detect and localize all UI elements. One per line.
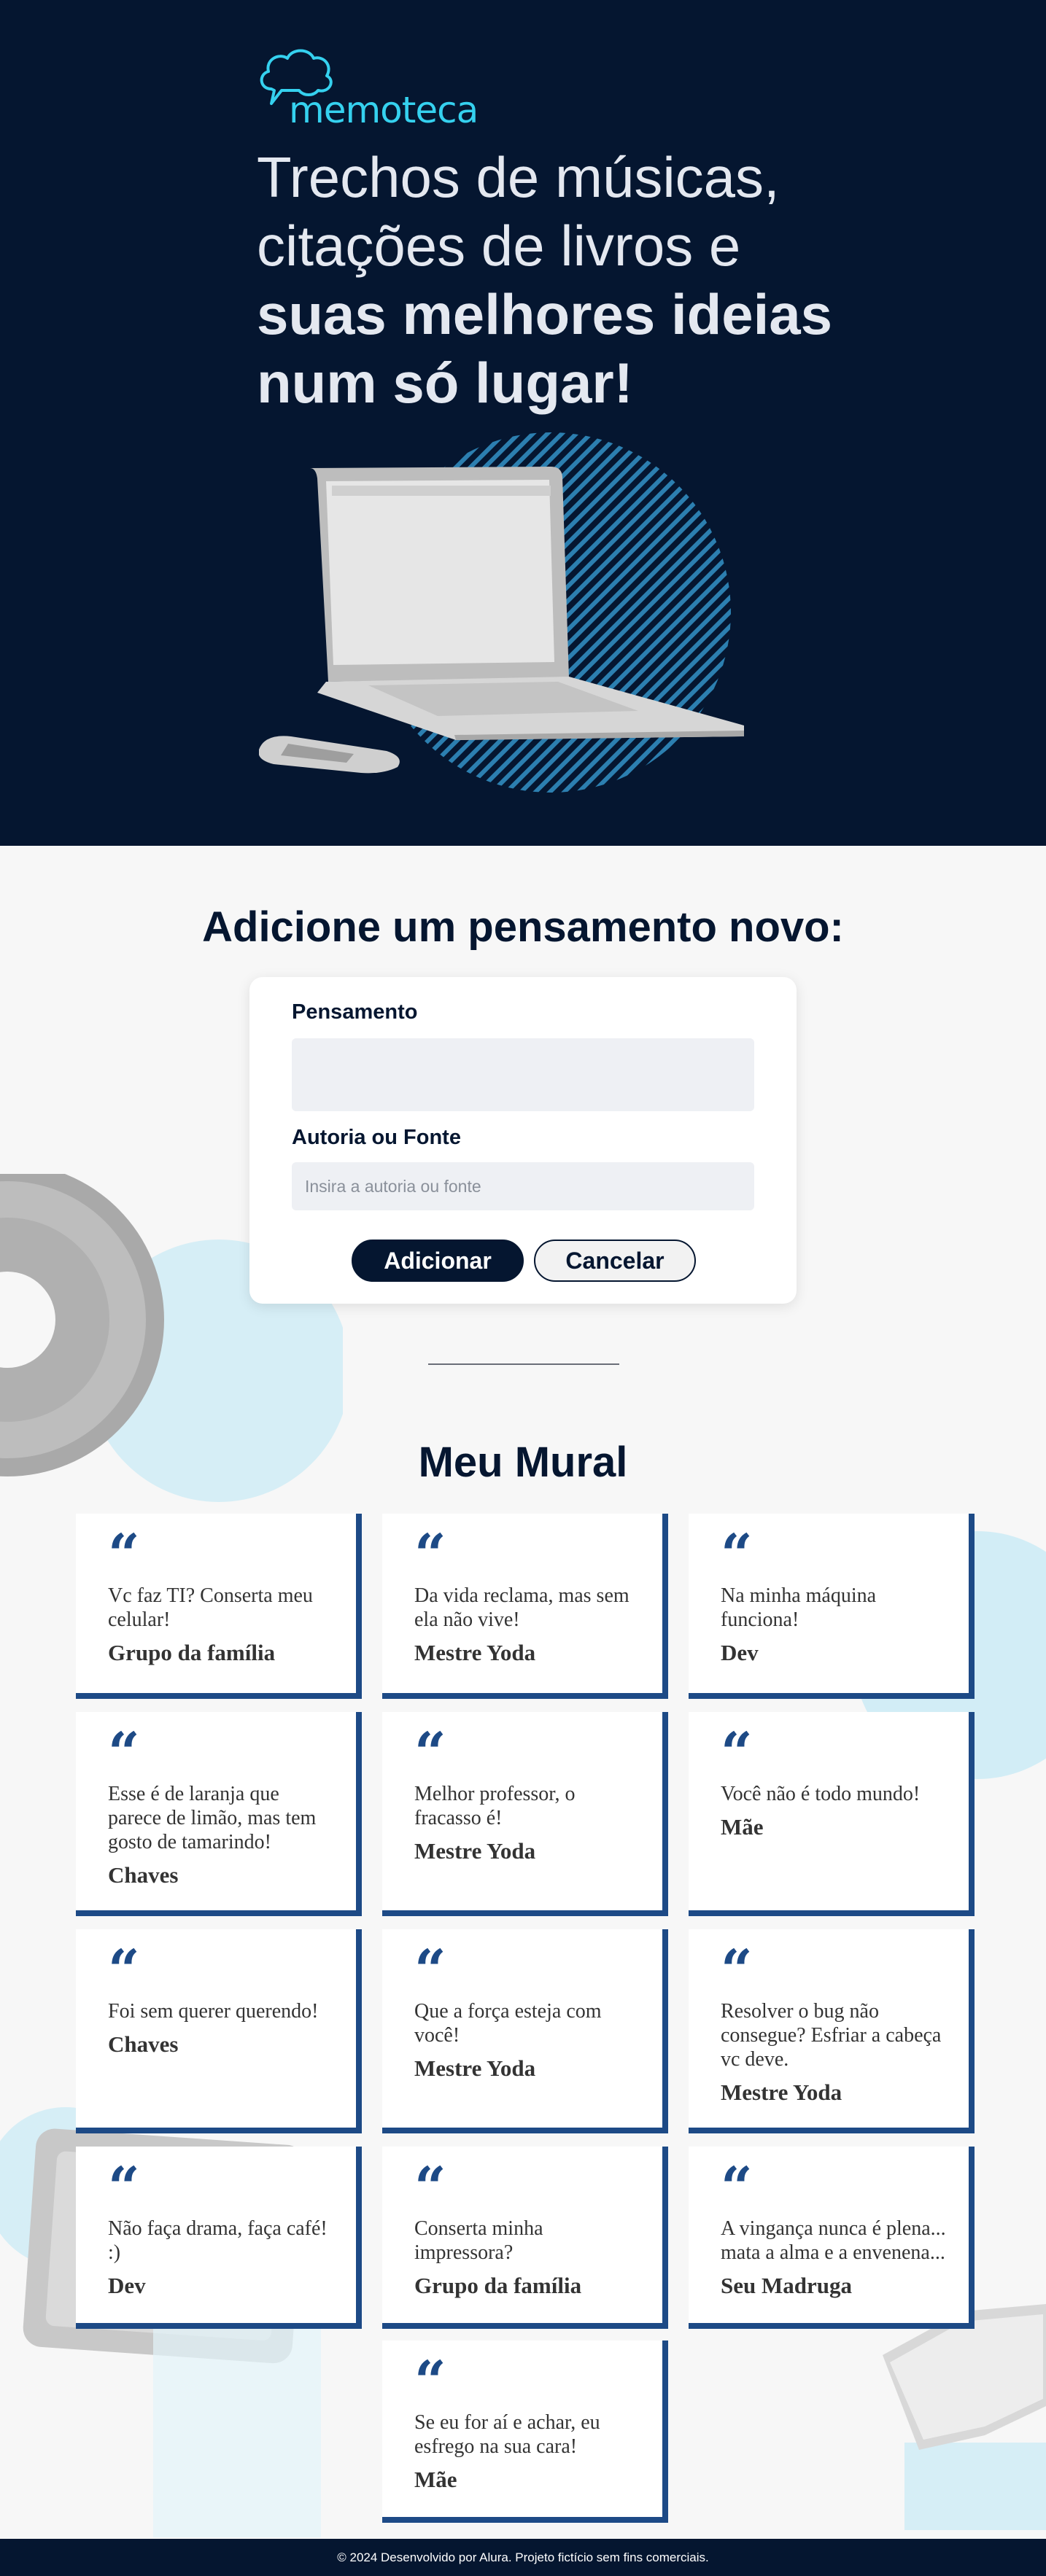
thought-content: A vingança nunca é plena... mata a alma …: [721, 2217, 947, 2297]
thought-author: Grupo da família: [108, 1640, 276, 1665]
hero-line-1: Trechos de músicas,: [257, 145, 780, 209]
thought-author: Mestre Yoda: [414, 1640, 536, 1665]
thought-content: Você não é todo mundo! Mãe: [721, 1782, 947, 1839]
thought-text: Da vida reclama, mas sem ela não vive!: [414, 1584, 629, 1631]
thought-text: Que a força esteja com você!: [414, 2000, 602, 2047]
thought-content: Vc faz TI? Conserta meu celular! Grupo da…: [108, 1584, 334, 1665]
quote-icon: “: [414, 2155, 446, 2219]
thought-text: Esse é de laranja que parece de limão, m…: [108, 1783, 317, 1853]
brand-name: memoteca: [289, 89, 479, 131]
thought-input[interactable]: [292, 1038, 754, 1111]
thought-author: Mestre Yoda: [721, 2079, 842, 2105]
quote-icon: “: [414, 1937, 446, 2002]
thought-card[interactable]: “ Não faça drama, faça café! :) Dev: [76, 2147, 362, 2329]
thought-text: Não faça drama, faça café! :): [108, 2217, 328, 2264]
thought-author: Dev: [108, 2273, 146, 2298]
thought-text: Vc faz TI? Conserta meu celular!: [108, 1584, 313, 1631]
hero-section: memoteca Trechos de músicas, citações de…: [0, 0, 1046, 846]
book-decoration-right: [883, 2304, 1046, 2530]
quote-icon: “: [721, 1522, 753, 1587]
quote-icon: “: [721, 2155, 753, 2219]
thought-content: Não faça drama, faça café! :) Dev: [108, 2217, 334, 2297]
thought-author: Seu Madruga: [721, 2273, 852, 2298]
cancel-button[interactable]: Cancelar: [534, 1240, 696, 1282]
footer-text: © 2024 Desenvolvido por Alura. Projeto f…: [337, 2550, 709, 2564]
hero-line-2: citações de livros e: [257, 214, 741, 278]
thought-content: Resolver o bug não consegue? Esfriar a c…: [721, 1999, 947, 2104]
thought-author: Chaves: [108, 2031, 179, 2057]
thought-author: Mestre Yoda: [414, 1838, 536, 1864]
thought-author: Grupo da família: [414, 2273, 582, 2298]
thought-content: Que a força esteja com você! Mestre Yoda: [414, 1999, 640, 2080]
thought-content: Se eu for aí e achar, eu esfrego na sua …: [414, 2410, 640, 2491]
footer: © 2024 Desenvolvido por Alura. Projeto f…: [0, 2539, 1046, 2576]
thought-card[interactable]: “ Da vida reclama, mas sem ela não vive!…: [382, 1514, 668, 1699]
thought-card[interactable]: “ Que a força esteja com você! Mestre Yod…: [382, 1929, 668, 2133]
hero-line-4: num só lugar!: [257, 351, 633, 415]
quote-icon: “: [414, 1720, 446, 1785]
quote-icon: “: [108, 1522, 140, 1587]
thought-text: Conserta minha impressora?: [414, 2217, 543, 2264]
thought-content: Esse é de laranja que parece de limão, m…: [108, 1782, 334, 1887]
hero-title: Trechos de músicas, citações de livros e…: [257, 143, 913, 417]
add-button[interactable]: Adicionar: [352, 1240, 524, 1282]
thought-content: Melhor professor, o fracasso é! Mestre Yo…: [414, 1782, 640, 1863]
thought-text: A vingança nunca é plena... mata a alma …: [721, 2217, 946, 2264]
thought-label: Pensamento: [292, 1000, 418, 1024]
thought-card[interactable]: “ Vc faz TI? Conserta meu celular! Grupo …: [76, 1514, 362, 1699]
thought-author: Mãe: [721, 1814, 764, 1840]
thought-card[interactable]: “ Resolver o bug não consegue? Esfriar a…: [689, 1929, 975, 2133]
thought-author: Mestre Yoda: [414, 2055, 536, 2081]
thought-text: Na minha máquina funciona!: [721, 1584, 877, 1631]
quote-icon: “: [414, 2349, 446, 2413]
new-thought-form: Pensamento Autoria ou Fonte Adicionar Ca…: [249, 977, 797, 1304]
mural-title: Meu Mural: [418, 1439, 628, 1486]
quote-icon: “: [108, 1937, 140, 2002]
thought-text: Você não é todo mundo!: [721, 1783, 921, 1805]
quote-icon: “: [108, 1720, 140, 1785]
author-label: Autoria ou Fonte: [292, 1126, 461, 1149]
section-divider: [428, 1363, 619, 1365]
thought-card[interactable]: “ Esse é de laranja que parece de limão,…: [76, 1712, 362, 1916]
thought-content: Da vida reclama, mas sem ela não vive! Me…: [414, 1584, 640, 1665]
thought-card[interactable]: “ Conserta minha impressora? Grupo da fam…: [382, 2147, 668, 2329]
thought-content: Conserta minha impressora? Grupo da famíl…: [414, 2217, 640, 2297]
author-input[interactable]: [292, 1162, 754, 1210]
thought-content: Na minha máquina funciona! Dev: [721, 1584, 947, 1665]
quote-icon: “: [721, 1720, 753, 1785]
thought-card[interactable]: “ Você não é todo mundo! Mãe: [689, 1712, 975, 1916]
laptop-illustration: [259, 432, 744, 793]
hero-line-3: suas melhores ideias: [257, 282, 833, 346]
thought-text: Foi sem querer querendo!: [108, 2000, 319, 2023]
thought-card[interactable]: “ Se eu for aí e achar, eu esfrego na su…: [382, 2340, 668, 2523]
thought-card[interactable]: “ A vingança nunca é plena... mata a alm…: [689, 2147, 975, 2329]
thought-text: Resolver o bug não consegue? Esfriar a c…: [721, 2000, 942, 2071]
form-title: Adicione um pensamento novo:: [202, 903, 844, 951]
thought-author: Chaves: [108, 1862, 179, 1888]
quote-icon: “: [721, 1937, 753, 2002]
thought-author: Mãe: [414, 2467, 457, 2492]
thought-card[interactable]: “ Na minha máquina funciona! Dev: [689, 1514, 975, 1699]
brand-logo[interactable]: memoteca: [257, 44, 479, 139]
thought-content: Foi sem querer querendo! Chaves: [108, 1999, 334, 2056]
thought-text: Melhor professor, o fracasso é!: [414, 1783, 576, 1829]
thought-card[interactable]: “ Melhor professor, o fracasso é! Mestre …: [382, 1712, 668, 1916]
quote-icon: “: [414, 1522, 446, 1587]
thought-author: Dev: [721, 1640, 759, 1665]
thought-card[interactable]: “ Foi sem querer querendo! Chaves: [76, 1929, 362, 2133]
quote-icon: “: [108, 2155, 140, 2219]
thought-text: Se eu for aí e achar, eu esfrego na sua …: [414, 2411, 600, 2458]
